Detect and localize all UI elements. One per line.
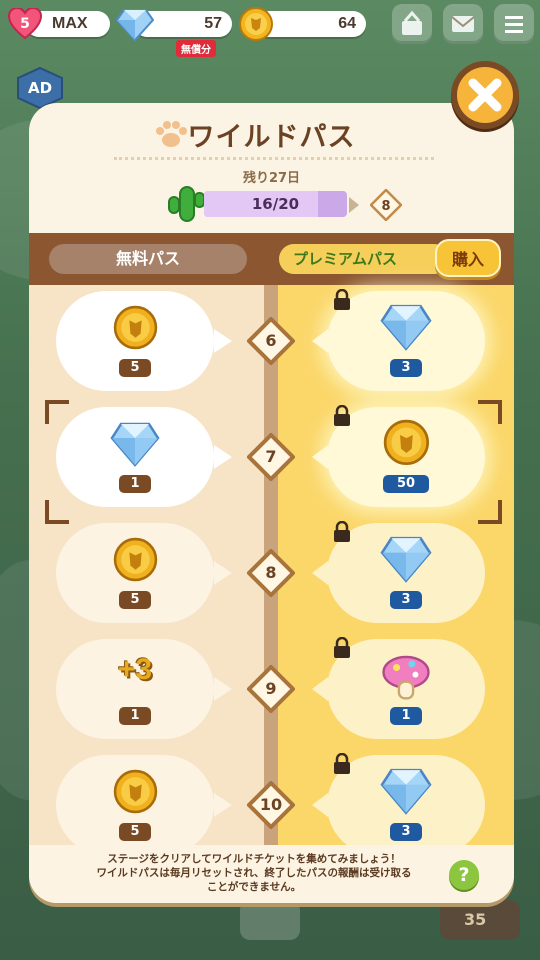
footer-line-3: ことができません。 — [206, 881, 302, 893]
premium-reward-count: 50 — [383, 475, 429, 493]
free-reward-bubble[interactable]: 5 — [56, 523, 214, 623]
free-reward-count: 1 — [119, 475, 151, 493]
highlight-corner-bl — [45, 500, 69, 524]
panel-footer: ステージをクリアしてワイルドチケットを集めてみましょう！ ワイルドパスは毎月リセ… — [29, 845, 514, 903]
coin-icon — [56, 305, 214, 350]
level-marker: 9 — [246, 664, 296, 714]
lives-count: 5 — [20, 16, 30, 32]
free-reward-count: 5 — [119, 591, 151, 609]
mail-icon — [451, 16, 475, 32]
free-reward-count: 5 — [119, 823, 151, 841]
menu-button[interactable] — [494, 4, 534, 44]
premium-bubble-tail — [312, 445, 328, 469]
footer-line-1: ステージをクリアしてワイルドチケットを集めてみましょう！ — [107, 853, 401, 865]
level-marker: 7 — [246, 432, 296, 482]
premium-reward-count: 3 — [390, 591, 422, 609]
mail-button[interactable] — [443, 4, 483, 44]
footer-line-2: ワイルドパスは毎月リセットされ、終了したパスの報酬は受け取る — [96, 867, 412, 879]
level-number: 9 — [265, 679, 277, 698]
bottom-badge: 35 — [440, 900, 520, 940]
footer-info-text: ステージをクリアしてワイルドチケットを集めてみましょう！ ワイルドパスは毎月リセ… — [59, 852, 449, 894]
help-button[interactable]: ? — [449, 860, 479, 890]
level-marker: 8 — [246, 548, 296, 598]
level-number: 8 — [265, 563, 277, 582]
highlight-corner-br — [478, 500, 502, 524]
premium-reward-count: 3 — [390, 823, 422, 841]
premium-bubble-tail — [312, 561, 328, 585]
basket-icon — [402, 10, 422, 35]
lives-status: MAX — [52, 15, 88, 32]
free-reward-count: 5 — [119, 359, 151, 377]
lock-icon — [333, 404, 351, 427]
level-number: 6 — [265, 331, 277, 350]
coins-count: 64 — [338, 15, 356, 32]
close-button-face — [457, 67, 513, 123]
close-icon — [468, 78, 502, 112]
free-bubble-tail — [214, 561, 232, 585]
highlight-corner-tr — [478, 400, 502, 424]
heart-icon: 5 — [8, 8, 42, 40]
panel-title: ワイルドパス — [187, 122, 356, 152]
lock-icon — [333, 288, 351, 311]
plus-three-icon: +3 — [117, 653, 153, 686]
cactus-icon — [168, 186, 205, 222]
progress-arrow — [349, 197, 359, 213]
plus3-icon: +3 — [56, 653, 214, 687]
buy-premium-button[interactable]: 購入 — [435, 239, 501, 277]
lock-icon — [333, 752, 351, 775]
shop-button[interactable] — [392, 4, 432, 44]
pass-header-bar: 無料パス プレミアムパス 購入 — [29, 233, 514, 285]
free-pass-label: 無料パス — [49, 244, 247, 274]
premium-bubble-tail — [312, 677, 328, 701]
free-reward-count: 1 — [119, 707, 151, 725]
ticket-progress-bar: 16/20 — [204, 191, 347, 217]
gems-count: 57 — [204, 15, 222, 32]
dotted-divider — [114, 157, 434, 160]
free-reward-bubble[interactable]: 5 — [56, 291, 214, 391]
level-marker: 10 — [246, 780, 296, 830]
share-arrow-icon — [240, 900, 300, 940]
next-level-diamond: 8 — [370, 189, 402, 221]
coin-icon — [239, 7, 273, 41]
premium-bubble-tail — [312, 329, 328, 353]
bottom-badge-number: 35 — [464, 910, 487, 929]
gem-icon — [56, 421, 214, 467]
menu-icon — [505, 16, 523, 33]
gem-icon — [116, 9, 154, 42]
coin-icon — [56, 537, 214, 582]
highlight-corner-tl — [45, 400, 69, 424]
level-number: 10 — [259, 795, 283, 814]
free-bubble-tail — [214, 677, 232, 701]
level-marker: 6 — [246, 316, 296, 366]
free-reward-bubble[interactable]: 1 — [56, 407, 214, 507]
next-level-number: 8 — [381, 199, 390, 214]
premium-pass-label: プレミアムパス — [279, 244, 449, 274]
premium-reward-count: 1 — [390, 707, 422, 725]
free-bubble-tail — [214, 329, 232, 353]
free-reward-bubble[interactable]: 5 — [56, 755, 214, 855]
free-gems-tag: 無償分 — [176, 40, 216, 57]
ad-label: AD — [28, 79, 53, 97]
lock-icon — [333, 520, 351, 543]
free-reward-bubble[interactable]: +3 1 — [56, 639, 214, 739]
close-button[interactable] — [451, 61, 519, 129]
premium-reward-count: 3 — [390, 359, 422, 377]
free-bubble-tail — [214, 793, 232, 817]
premium-bubble-tail — [312, 793, 328, 817]
remaining-days: 残り27日 — [242, 171, 301, 186]
progress-text: 16/20 — [251, 195, 300, 213]
level-number: 7 — [265, 447, 277, 466]
coin-icon — [56, 769, 214, 814]
top-bar: MAX 5 57 無償分 64 — [0, 0, 540, 57]
free-bubble-tail — [214, 445, 232, 469]
wild-pass-panel: ワイルドパス 残り27日 16/20 8 無料パス プレミアムパス 購入 5 3 6… — [29, 103, 514, 903]
lock-icon — [333, 636, 351, 659]
